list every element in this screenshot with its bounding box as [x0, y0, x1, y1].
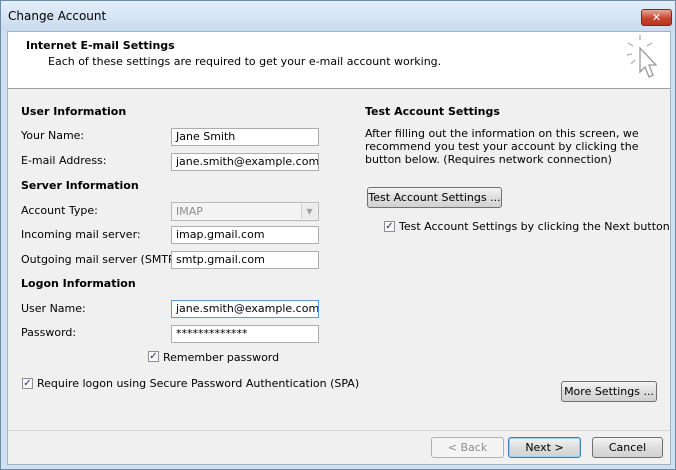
user-name-label: User Name:	[21, 302, 86, 315]
footer-separator	[8, 430, 670, 431]
change-account-window: Change Account ✕ Internet E-mail Setting…	[0, 0, 676, 470]
account-type-select[interactable]: IMAP ▼	[171, 202, 319, 221]
dropdown-arrow-icon: ▼	[301, 204, 317, 219]
password-label: Password:	[21, 326, 77, 339]
remember-password-checkbox[interactable]: ✓	[148, 351, 159, 362]
check-icon: ✓	[385, 221, 394, 232]
your-name-value: Jane Smith	[176, 130, 236, 143]
logon-information-heading: Logon Information	[21, 277, 136, 290]
user-name-input[interactable]: jane.smith@example.com	[171, 300, 319, 318]
test-settings-description: After filling out the information on thi…	[365, 127, 639, 166]
window-title: Change Account	[8, 9, 107, 23]
cancel-button-label: Cancel	[608, 441, 647, 454]
test-on-next-checkbox[interactable]: ✓	[384, 221, 395, 232]
email-address-value: jane.smith@example.com	[176, 155, 319, 168]
header-title: Internet E-mail Settings	[26, 39, 175, 52]
server-information-heading: Server Information	[21, 179, 139, 192]
account-type-value: IMAP	[176, 205, 203, 218]
title-bar: Change Account ✕	[1, 1, 675, 31]
back-button-label: < Back	[447, 441, 488, 454]
close-icon: ✕	[651, 11, 662, 24]
password-value: *************	[176, 327, 248, 340]
next-button[interactable]: Next >	[508, 437, 581, 458]
more-settings-button[interactable]: More Settings ...	[561, 381, 657, 402]
dialog-client-area: Internet E-mail Settings Each of these s…	[7, 31, 671, 465]
your-name-label: Your Name:	[21, 129, 85, 142]
email-address-label: E-mail Address:	[21, 154, 107, 167]
header-description: Each of these settings are required to g…	[48, 55, 442, 68]
user-name-value: jane.smith@example.com	[176, 302, 319, 315]
check-icon: ✓	[23, 378, 32, 389]
back-button[interactable]: < Back	[431, 437, 504, 458]
cancel-button[interactable]: Cancel	[592, 437, 663, 458]
incoming-server-value: imap.gmail.com	[176, 228, 265, 241]
spa-label: Require logon using Secure Password Auth…	[37, 377, 360, 390]
test-account-settings-button-label: Test Account Settings ...	[368, 191, 501, 204]
user-information-heading: User Information	[21, 105, 127, 118]
cursor-sparkle-icon	[626, 35, 658, 78]
test-account-settings-button[interactable]: Test Account Settings ...	[367, 187, 502, 208]
test-account-settings-heading: Test Account Settings	[365, 105, 500, 118]
account-type-label: Account Type:	[21, 204, 98, 217]
outgoing-server-label: Outgoing mail server (SMTP):	[21, 253, 183, 266]
spa-checkbox[interactable]: ✓	[22, 378, 33, 389]
remember-password-label: Remember password	[163, 351, 280, 364]
test-on-next-label: Test Account Settings by clicking the Ne…	[399, 220, 670, 233]
next-button-label: Next >	[525, 441, 564, 454]
outgoing-server-input[interactable]: smtp.gmail.com	[171, 251, 319, 269]
incoming-server-input[interactable]: imap.gmail.com	[171, 226, 319, 244]
check-icon: ✓	[149, 351, 158, 362]
your-name-input[interactable]: Jane Smith	[171, 128, 319, 146]
incoming-server-label: Incoming mail server:	[21, 228, 141, 241]
dialog-header: Internet E-mail Settings Each of these s…	[8, 32, 670, 89]
email-address-input[interactable]: jane.smith@example.com	[171, 153, 319, 171]
more-settings-button-label: More Settings ...	[564, 385, 654, 398]
close-button[interactable]: ✕	[641, 9, 672, 26]
outgoing-server-value: smtp.gmail.com	[176, 253, 265, 266]
password-input[interactable]: *************	[171, 325, 319, 343]
